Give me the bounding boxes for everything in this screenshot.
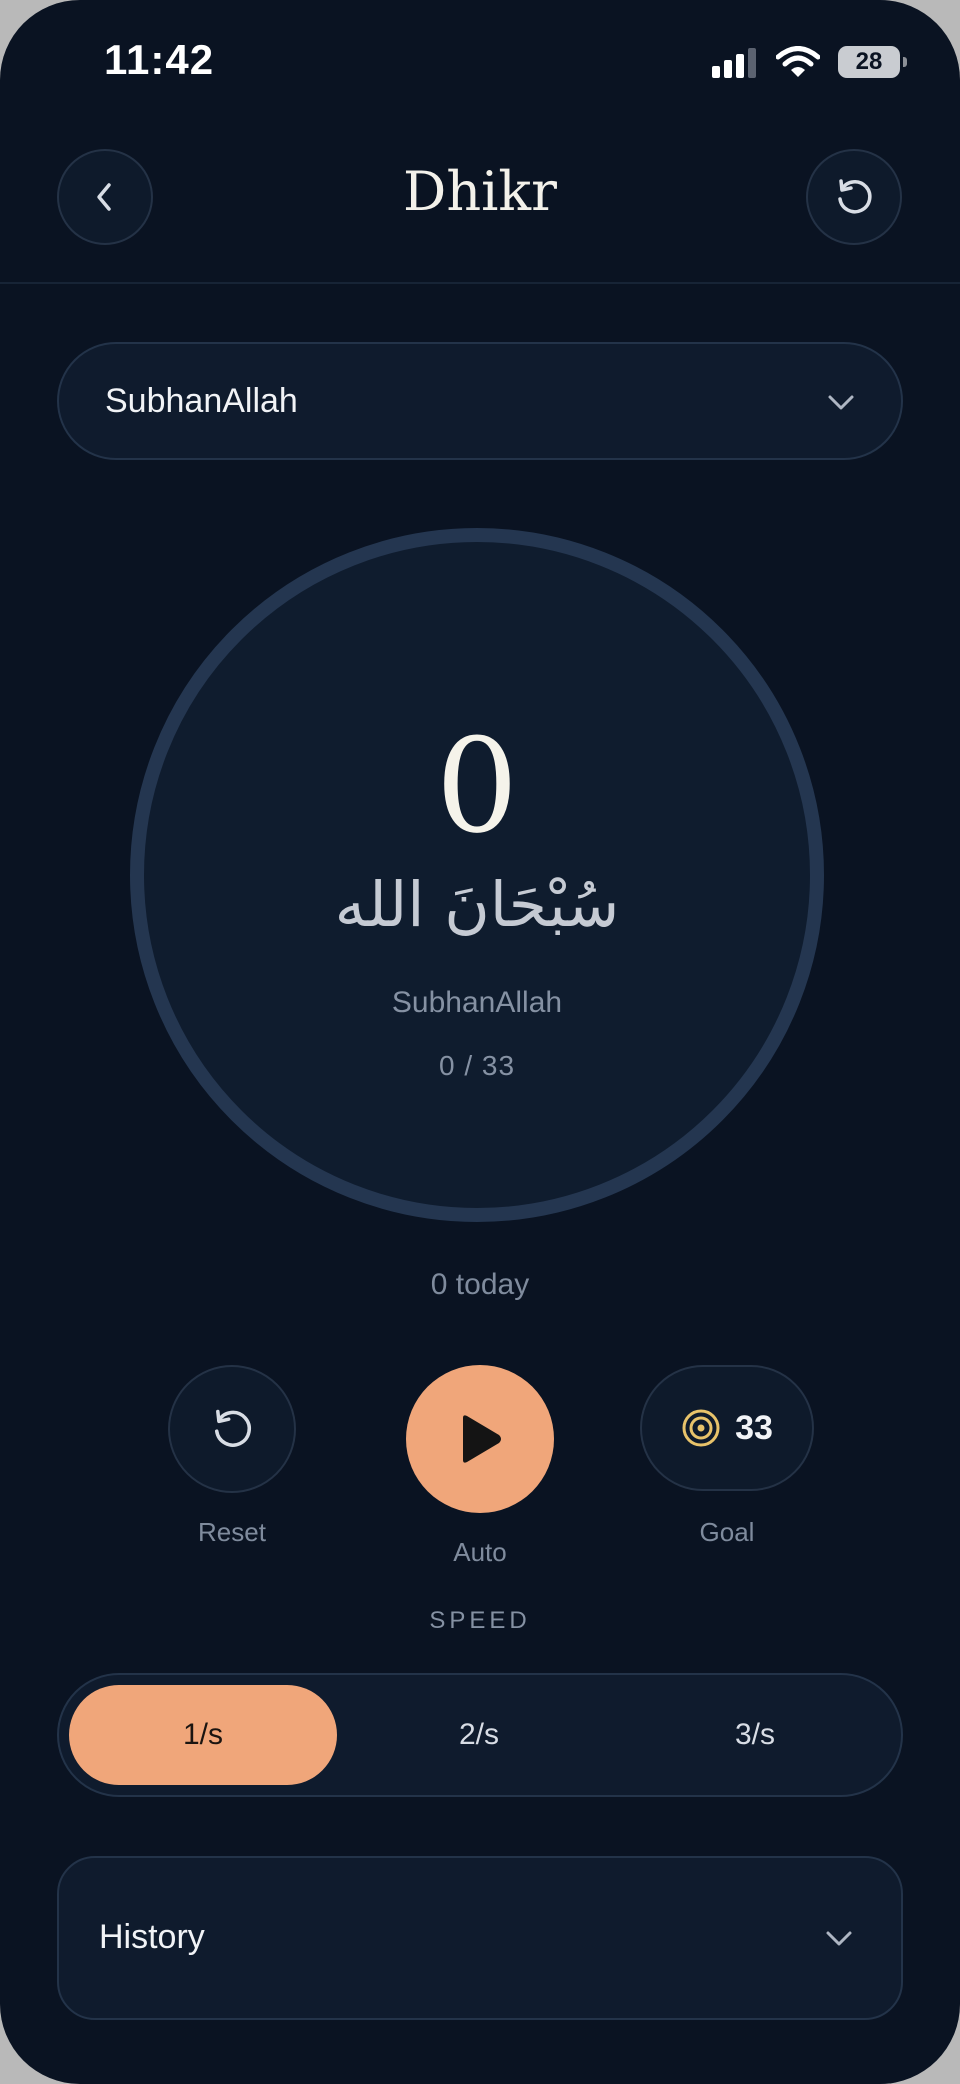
selector-value: SubhanAllah bbox=[105, 382, 298, 420]
transliteration-text: SubhanAllah bbox=[391, 986, 563, 1019]
phone-screen: 11:42 28 Dhikr SubhanAllah 0 سُبْحَانَ ا… bbox=[0, 0, 960, 2084]
reset-label: Reset bbox=[198, 1517, 266, 1547]
speed-option-1[interactable]: 1/s bbox=[69, 1685, 337, 1785]
chevron-down-icon bbox=[826, 1931, 852, 1946]
play-icon bbox=[463, 1415, 501, 1463]
speed-title: SPEED bbox=[429, 1607, 531, 1634]
auto-label: Auto bbox=[453, 1537, 507, 1567]
goal-label: Goal bbox=[699, 1517, 755, 1547]
status-icons: 28 bbox=[712, 44, 907, 80]
status-time: 11:42 bbox=[104, 36, 215, 83]
chevron-down-icon bbox=[828, 395, 854, 410]
count-value: 0 bbox=[435, 710, 519, 862]
header-divider bbox=[0, 282, 960, 284]
speed-option-2[interactable]: 2/s bbox=[345, 1685, 613, 1785]
counter-tap-area[interactable]: 0 سُبْحَانَ الله SubhanAllah 0 / 33 bbox=[130, 528, 824, 1222]
today-count: 0 today bbox=[430, 1268, 530, 1301]
reset-icon bbox=[838, 179, 872, 214]
goal-button[interactable]: 33 bbox=[640, 1365, 814, 1491]
auto-play-button[interactable] bbox=[406, 1365, 554, 1513]
dhikr-selector[interactable]: SubhanAllah bbox=[57, 342, 903, 460]
history-label: History bbox=[99, 1918, 205, 1956]
wifi-icon bbox=[776, 46, 820, 77]
history-section[interactable]: History bbox=[57, 1856, 903, 2020]
goal-value: 33 bbox=[735, 1408, 773, 1447]
reset-button[interactable] bbox=[168, 1365, 296, 1493]
reset-icon bbox=[214, 1409, 252, 1447]
arabic-text: سُبْحَانَ الله bbox=[334, 868, 620, 941]
target-icon bbox=[682, 1409, 720, 1447]
battery-icon: 28 bbox=[838, 46, 907, 78]
signal-icon bbox=[712, 48, 756, 78]
speed-option-3[interactable]: 3/s bbox=[621, 1685, 889, 1785]
goal-progress-text: 0 / 33 bbox=[438, 1050, 516, 1081]
speed-selector: 1/s 2/s 3/s bbox=[57, 1673, 903, 1797]
reset-header-button[interactable] bbox=[806, 149, 902, 245]
